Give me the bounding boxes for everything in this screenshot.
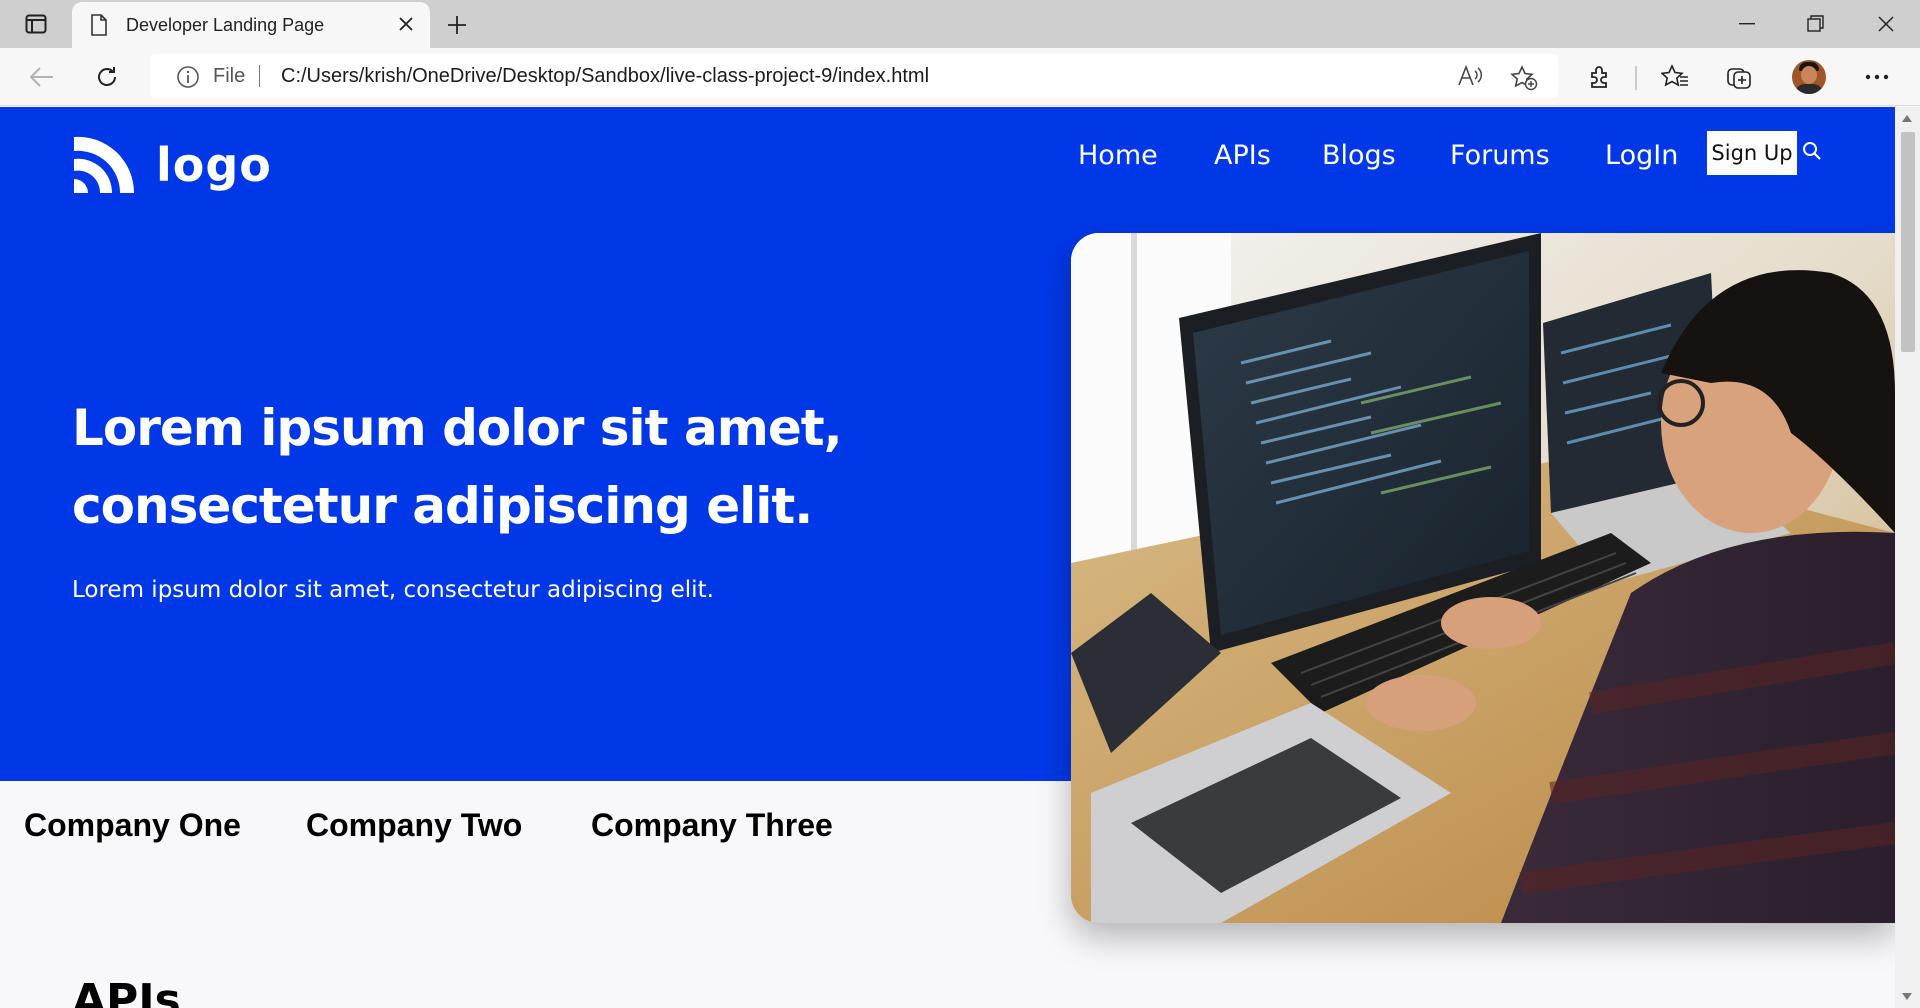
refresh-icon[interactable] bbox=[92, 62, 122, 92]
nav-link-home[interactable]: Home bbox=[1078, 133, 1158, 179]
signup-button[interactable]: Sign Up bbox=[1707, 131, 1797, 175]
add-favorite-icon[interactable] bbox=[1510, 65, 1538, 95]
page-viewport: logo Home APIs Blogs Forums LogIn Sign U… bbox=[0, 107, 1895, 1008]
site-logo[interactable]: logo bbox=[72, 131, 272, 199]
close-window-icon[interactable] bbox=[1852, 0, 1920, 48]
page-scrollbar[interactable] bbox=[1895, 107, 1920, 1008]
search-icon[interactable] bbox=[1802, 141, 1822, 165]
company-name: Company Three bbox=[591, 807, 833, 843]
nav-link-apis[interactable]: APIs bbox=[1214, 133, 1271, 179]
scroll-down-arrow-icon[interactable] bbox=[1902, 993, 1912, 1000]
tab-title: Developer Landing Page bbox=[126, 15, 325, 35]
nav-link-blogs[interactable]: Blogs bbox=[1322, 133, 1396, 179]
new-tab-icon[interactable] bbox=[442, 10, 472, 40]
back-arrow-icon[interactable] bbox=[27, 62, 57, 92]
nav-link-forums[interactable]: Forums bbox=[1450, 133, 1550, 179]
tab-actions-icon[interactable] bbox=[16, 10, 56, 38]
toolbar-divider bbox=[1635, 66, 1637, 90]
more-options-icon[interactable] bbox=[1862, 62, 1892, 92]
nav-link-login[interactable]: LogIn bbox=[1605, 133, 1678, 179]
collections-icon[interactable] bbox=[1725, 62, 1755, 92]
favorites-icon[interactable] bbox=[1660, 62, 1690, 92]
info-icon[interactable] bbox=[176, 65, 200, 93]
hero-developer-image bbox=[1071, 233, 1895, 923]
address-url[interactable]: C:/Users/krish/OneDrive/Desktop/Sandbox/… bbox=[281, 65, 929, 88]
extensions-icon[interactable] bbox=[1585, 62, 1615, 92]
hero-subtitle: Lorem ipsum dolor sit amet, consectetur … bbox=[72, 577, 714, 603]
address-scheme-label: File bbox=[213, 65, 246, 87]
address-bar[interactable]: File C:/Users/krish/OneDrive/Desktop/San… bbox=[150, 54, 1558, 98]
apis-section-heading: APIs bbox=[72, 975, 181, 1008]
logo-mark-icon bbox=[72, 131, 136, 199]
browser-tab[interactable]: Developer Landing Page bbox=[72, 2, 430, 48]
scrollbar-thumb[interactable] bbox=[1901, 132, 1915, 352]
document-icon bbox=[90, 14, 108, 40]
restore-icon[interactable] bbox=[1782, 0, 1850, 48]
company-name: Company Two bbox=[306, 807, 523, 843]
address-divider bbox=[259, 65, 260, 87]
scroll-up-arrow-icon[interactable] bbox=[1902, 115, 1912, 122]
read-aloud-icon[interactable] bbox=[1457, 64, 1483, 91]
browser-toolbar: File C:/Users/krish/OneDrive/Desktop/San… bbox=[0, 48, 1920, 106]
company-name: Company One bbox=[24, 807, 241, 843]
hero-title: Lorem ipsum dolor sit amet, consectetur … bbox=[72, 399, 843, 535]
close-tab-icon[interactable] bbox=[396, 14, 416, 38]
browser-tab-bar: Developer Landing Page bbox=[0, 0, 1920, 48]
profile-avatar[interactable] bbox=[1792, 60, 1826, 94]
logo-text: logo bbox=[156, 138, 272, 192]
minimize-icon[interactable] bbox=[1713, 0, 1781, 48]
